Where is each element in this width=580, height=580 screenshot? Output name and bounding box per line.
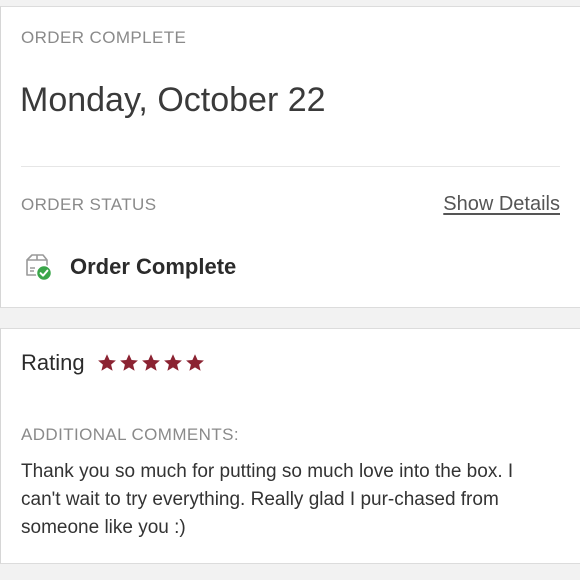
additional-comments-heading: ADDITIONAL COMMENTS:: [21, 425, 239, 444]
status-row: Order Complete: [23, 252, 236, 282]
box-check-icon: [23, 252, 53, 282]
review-comment: Thank you so much for putting so much lo…: [21, 461, 514, 538]
rating-label: Rating: [21, 350, 85, 375]
star-icon: [141, 354, 160, 371]
order-date: Monday, October 22: [20, 81, 326, 119]
star-icon: [163, 354, 182, 371]
order-complete-heading: ORDER COMPLETE: [21, 28, 187, 47]
rating-stars: [97, 353, 207, 373]
star-icon: [185, 354, 204, 371]
divider: [21, 166, 560, 167]
order-status-heading: ORDER STATUS: [21, 195, 157, 214]
show-details-link[interactable]: Show Details: [443, 193, 560, 216]
order-status-value: Order Complete: [70, 254, 237, 279]
star-icon: [119, 354, 138, 371]
rating-row: Rating: [21, 346, 207, 380]
order-page: ORDER COMPLETE Monday, October 22 ORDER …: [0, 0, 580, 580]
review-card: Rating ADDITIONAL COMMENTS: Thank you so…: [0, 328, 580, 564]
star-icon: [97, 354, 116, 371]
order-summary-card: ORDER COMPLETE Monday, October 22 ORDER …: [0, 6, 580, 308]
